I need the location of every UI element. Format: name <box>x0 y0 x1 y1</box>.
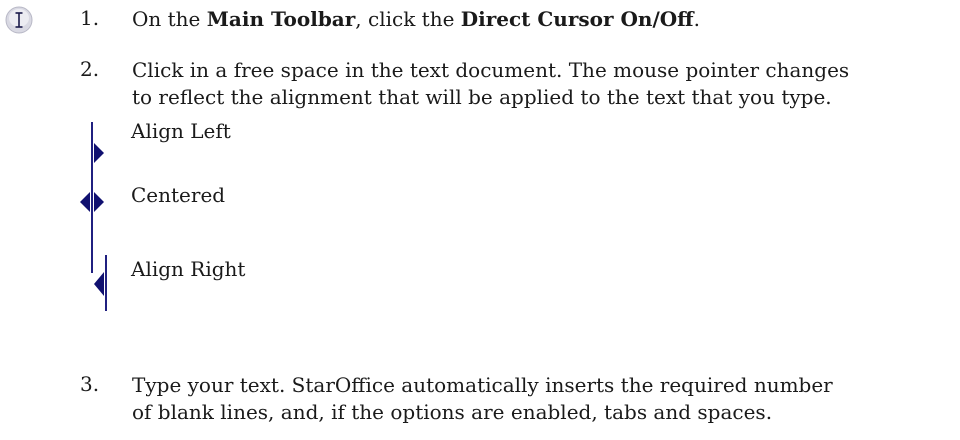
step-number: 1. <box>80 6 100 30</box>
step-text: Type your text. StarOffice automatically… <box>132 372 952 426</box>
step-text-line: of blank lines, and, if the options are … <box>132 400 773 424</box>
step-text-line: Click in a free space in the text docume… <box>132 58 850 82</box>
step-text: On the Main Toolbar, click the Direct Cu… <box>132 6 952 33</box>
centered-label: Centered <box>131 183 226 207</box>
text-cursor-icon <box>5 6 33 34</box>
step-text-line: Type your text. StarOffice automatically… <box>132 373 833 397</box>
step-text: Click in a free space in the text docume… <box>132 57 952 111</box>
direct-cursor-term: Direct Cursor On/Off <box>460 7 694 31</box>
step-text-pre: On the <box>132 7 207 31</box>
align-right-cursor-icon <box>94 255 107 311</box>
step-number: 3. <box>80 372 100 396</box>
step-text-mid: , click the <box>355 7 461 31</box>
step-number: 2. <box>80 57 100 81</box>
step-text-line: to reflect the alignment that will be ap… <box>132 85 832 109</box>
align-right-label: Align Right <box>131 257 246 281</box>
main-toolbar-term: Main Toolbar <box>206 7 356 31</box>
align-left-label: Align Left <box>131 119 231 143</box>
step-text-post: . <box>693 7 700 31</box>
